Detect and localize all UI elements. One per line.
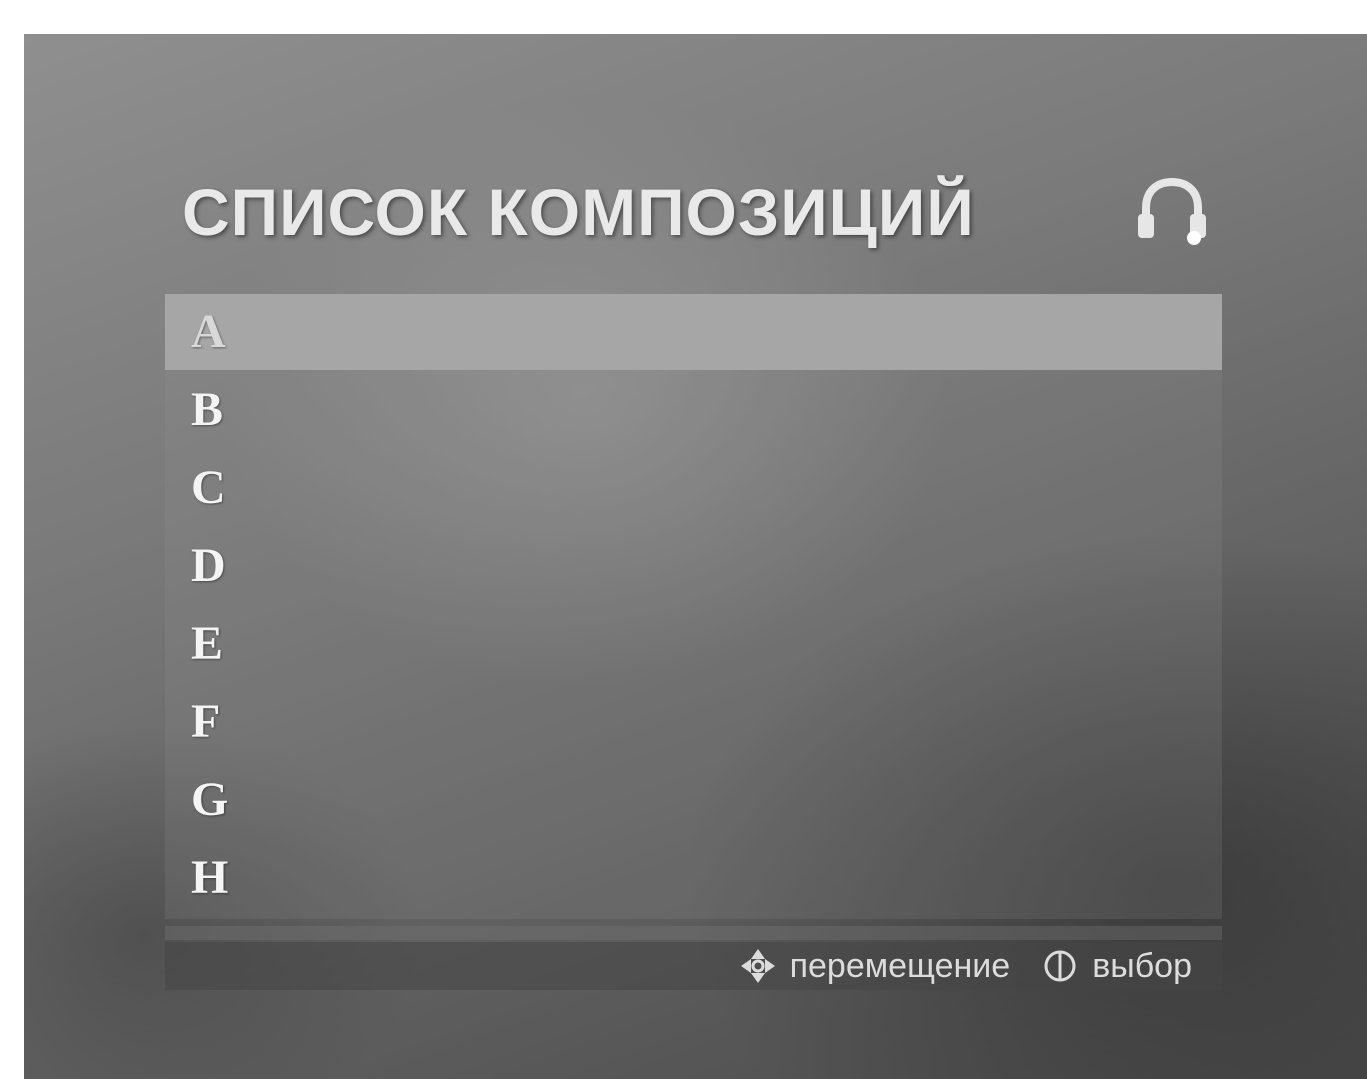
list-item-label: H: [191, 851, 229, 904]
list-item[interactable]: H: [165, 840, 1222, 916]
list-item[interactable]: F: [165, 684, 1222, 760]
list-item[interactable]: A: [165, 294, 1222, 370]
headphones-icon: [1132, 176, 1212, 246]
list-item[interactable]: B: [165, 372, 1222, 448]
page-title: СПИСОК КОМПОЗИЦИЙ: [182, 175, 975, 249]
tv-screen: СПИСОК КОМПОЗИЦИЙ A B C D E F G H переме…: [24, 34, 1367, 1079]
list-item-label: C: [191, 461, 226, 514]
list-item[interactable]: C: [165, 450, 1222, 526]
list-item-label: G: [191, 773, 229, 826]
list-item-label: A: [191, 305, 226, 358]
select-hint-label: выбор: [1092, 946, 1192, 985]
dpad-arrows-icon: [738, 946, 778, 986]
footer-divider: [165, 926, 1222, 940]
move-hint-label: перемещение: [789, 946, 1011, 985]
list-item[interactable]: D: [165, 528, 1222, 604]
list-item[interactable]: E: [165, 606, 1222, 682]
list-item-label: D: [191, 539, 226, 592]
list-item[interactable]: G: [165, 762, 1222, 838]
track-list: A B C D E F G H: [165, 294, 1222, 919]
list-item-label: B: [191, 383, 224, 436]
enter-button-icon: [1040, 946, 1080, 986]
list-item-label: F: [191, 695, 221, 748]
footer-hint-bar: перемещение выбор: [165, 942, 1222, 990]
list-item-label: E: [191, 617, 224, 670]
